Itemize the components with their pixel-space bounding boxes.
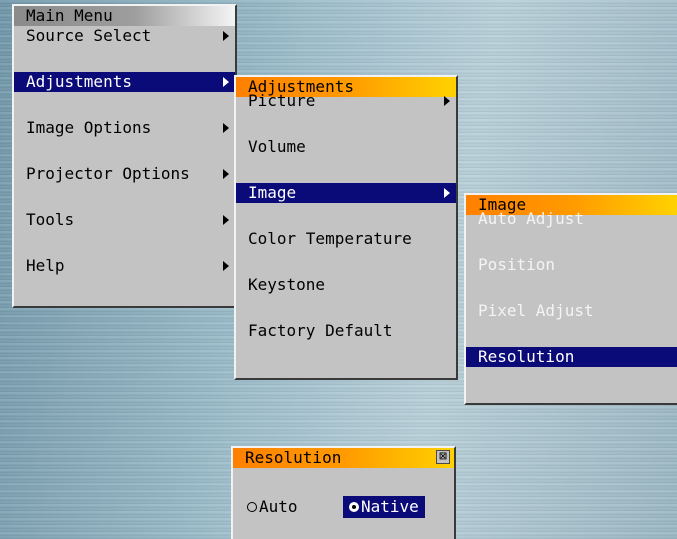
main-menu-title: Main Menu (14, 6, 235, 26)
submenu-arrow-icon (444, 96, 450, 106)
menu-item-label: Resolution (478, 347, 575, 366)
menu-item-volume[interactable]: Volume (236, 137, 456, 183)
radio-label: Native (361, 497, 419, 516)
menu-item-picture[interactable]: Picture (236, 91, 456, 137)
adjustments-menu-panel: Adjustments Picture Volume Image Color T… (234, 75, 458, 380)
menu-item-label: Image (248, 183, 297, 202)
menu-item-label: Adjustments (26, 72, 132, 91)
menu-item-resolution[interactable]: Resolution (466, 347, 677, 393)
menu-item-label: Source Select (26, 26, 152, 45)
submenu-arrow-icon (223, 123, 229, 133)
menu-item-image-options[interactable]: Image Options (14, 118, 235, 164)
image-menu-panel: Image Auto Adjust Position Pixel Adjust … (464, 193, 677, 405)
menu-item-label: Color Temperature (248, 229, 412, 248)
menu-item-label: Auto Adjust (478, 209, 584, 228)
menu-item-adjustments[interactable]: Adjustments (14, 72, 235, 118)
submenu-arrow-icon (223, 77, 229, 87)
submenu-arrow-icon (223, 215, 229, 225)
menu-item-auto-adjust: Auto Adjust (466, 209, 677, 255)
submenu-arrow-icon (223, 261, 229, 271)
menu-item-color-temperature[interactable]: Color Temperature (236, 229, 456, 275)
radio-native[interactable]: Native (343, 496, 425, 518)
menu-item-label: Picture (248, 91, 316, 110)
menu-item-label: Volume (248, 137, 306, 156)
radio-selected-icon (349, 501, 359, 512)
main-menu-panel: Main Menu Source Select Adjustments Imag… (12, 4, 237, 308)
resolution-dialog-title: Resolution (233, 448, 454, 468)
menu-item-factory-default[interactable]: Factory Default (236, 321, 456, 367)
menu-item-label: Image Options (26, 118, 152, 137)
radio-unselected-icon (247, 501, 257, 512)
radio-label: Auto (259, 497, 298, 516)
menu-item-pixel-adjust: Pixel Adjust (466, 301, 677, 347)
menu-item-source-select[interactable]: Source Select (14, 26, 235, 72)
menu-item-label: Projector Options (26, 164, 190, 183)
menu-item-image[interactable]: Image (236, 183, 456, 229)
menu-item-projector-options[interactable]: Projector Options (14, 164, 235, 210)
menu-item-keystone[interactable]: Keystone (236, 275, 456, 321)
radio-auto[interactable]: Auto (247, 496, 298, 518)
menu-item-label: Tools (26, 210, 75, 229)
menu-item-label: Pixel Adjust (478, 301, 594, 320)
submenu-arrow-icon (223, 169, 229, 179)
close-icon[interactable]: ⊠ (436, 450, 450, 464)
menu-item-position: Position (466, 255, 677, 301)
menu-item-label: Keystone (248, 275, 326, 294)
menu-item-label: Position (478, 255, 556, 274)
submenu-arrow-icon (444, 188, 450, 198)
menu-item-help[interactable]: Help (14, 256, 235, 302)
resolution-dialog: Resolution ⊠ Auto Native (231, 446, 456, 539)
menu-item-label: Help (26, 256, 65, 275)
submenu-arrow-icon (223, 31, 229, 41)
menu-item-label: Factory Default (248, 321, 393, 340)
menu-item-tools[interactable]: Tools (14, 210, 235, 256)
